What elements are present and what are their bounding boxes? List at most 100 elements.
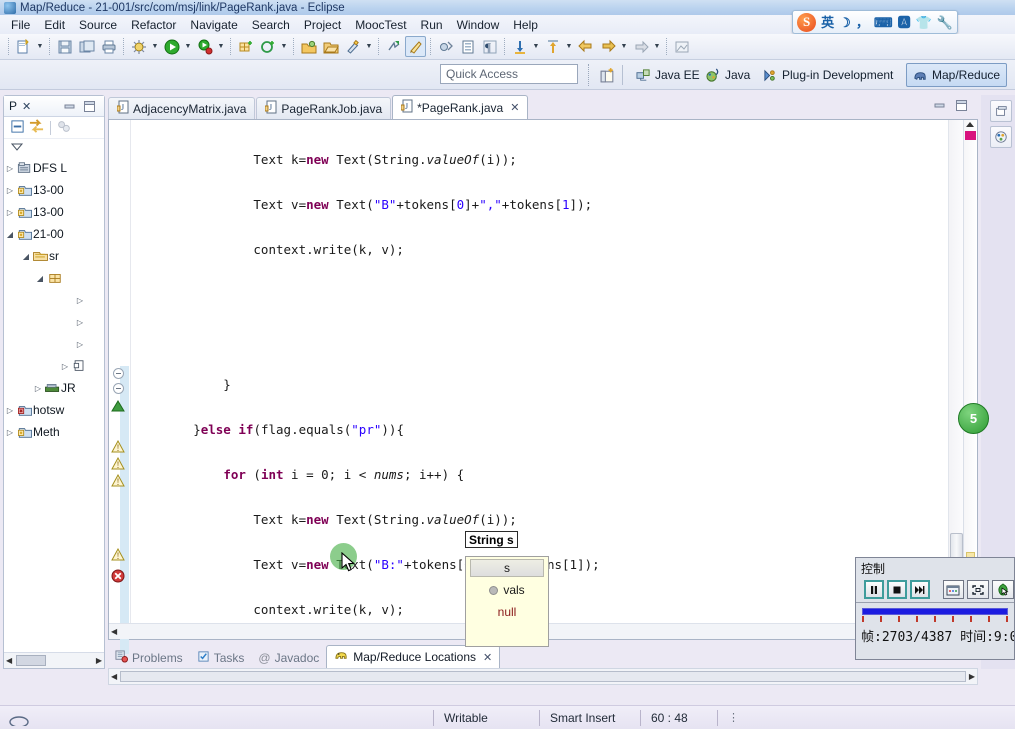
ime-inputmethod-icon[interactable]: 🅰 — [898, 16, 911, 29]
new-wizard-icon[interactable] — [13, 36, 34, 57]
next-edit-icon[interactable] — [542, 36, 563, 57]
bottom-tab-tasks[interactable]: Tasks — [190, 647, 252, 668]
save-all-icon[interactable] — [76, 36, 97, 57]
tree-item-project-13-00-a[interactable]: ▷ 13-00 — [4, 179, 104, 201]
maximize-icon[interactable] — [83, 100, 96, 113]
maximize-icon[interactable] — [955, 99, 968, 115]
skip-breakpoints-icon[interactable] — [435, 36, 456, 57]
scroll-left-icon[interactable]: ◀ — [111, 627, 117, 636]
sogou-logo-icon[interactable]: S — [797, 12, 817, 32]
menu-refactor[interactable]: Refactor — [124, 16, 183, 34]
menu-mooctest[interactable]: MoocTest — [348, 16, 413, 34]
open-type-icon[interactable] — [298, 36, 319, 57]
warning-marker-icon[interactable]: ! — [111, 547, 125, 561]
content-assist-item-vals[interactable]: vals — [466, 579, 548, 601]
chevron-down-icon[interactable]: ◢ — [4, 230, 16, 239]
debug-icon[interactable] — [128, 36, 149, 57]
menu-window[interactable]: Window — [450, 16, 507, 34]
editor-gutter[interactable]: ! ! ! ! — [109, 120, 131, 654]
show-whitespace-icon[interactable]: ¶ — [479, 36, 500, 57]
tree-item-src-folder[interactable]: ◢ sr — [4, 245, 104, 267]
toggle-block-selection-icon[interactable] — [457, 36, 478, 57]
desktop-icon[interactable] — [8, 708, 30, 728]
menu-file[interactable]: File — [4, 16, 37, 34]
tree-item-project-hotswap[interactable]: ▷ hotsw — [4, 399, 104, 421]
run-external-tools-icon[interactable] — [194, 36, 215, 57]
open-perspective-icon[interactable] — [596, 64, 618, 86]
search-icon[interactable] — [342, 36, 363, 57]
tree-item-compilation-unit[interactable]: ▷ — [4, 333, 104, 355]
playback-progress-bar[interactable] — [862, 608, 1008, 615]
chevron-right-icon[interactable]: ▷ — [59, 362, 71, 371]
code-text[interactable]: Text k=new Text(String.valueOf(i)); Text… — [133, 120, 947, 622]
forward-history-icon[interactable] — [597, 36, 618, 57]
screen-recorder-control-window[interactable]: 控制 帧:2703/4387 时间:9: — [855, 557, 1015, 660]
fast-forward-icon[interactable] — [909, 580, 930, 599]
previous-edit-icon[interactable] — [509, 36, 530, 57]
close-icon[interactable]: ✕ — [483, 651, 492, 664]
warning-marker-icon[interactable]: ! — [111, 439, 125, 453]
run-dropdown-icon[interactable]: ▼ — [183, 36, 193, 57]
content-assist-popup[interactable]: s vals null — [465, 556, 549, 647]
new-wizard-dropdown-icon[interactable]: ▼ — [35, 36, 45, 57]
scroll-thumb[interactable] — [120, 671, 966, 682]
editor-tab-adjacencymatrix[interactable]: J AdjacencyMatrix.java — [108, 97, 256, 119]
new-java-class-icon[interactable] — [257, 36, 278, 57]
print-icon[interactable] — [98, 36, 119, 57]
pause-icon[interactable] — [864, 580, 884, 599]
focus-on-active-task-icon[interactable] — [56, 119, 71, 137]
tree-item-compilation-unit[interactable]: ▷ — [4, 289, 104, 311]
toggle-mark-occurrences-icon[interactable] — [405, 36, 426, 57]
restore-view-icon[interactable] — [990, 100, 1012, 122]
perspective-java[interactable]: Java — [700, 63, 756, 87]
search-dropdown-icon[interactable]: ▼ — [364, 36, 374, 57]
ime-skin-icon[interactable]: 👕 — [916, 16, 932, 29]
menu-edit[interactable]: Edit — [37, 16, 72, 34]
menu-source[interactable]: Source — [72, 16, 124, 34]
chevron-right-icon[interactable]: ▷ — [74, 296, 86, 305]
save-icon[interactable] — [54, 36, 75, 57]
fullscreen-icon[interactable] — [967, 580, 990, 599]
scroll-up-icon[interactable] — [966, 122, 974, 127]
next-annotation-icon[interactable] — [383, 36, 404, 57]
next-edit-dropdown-icon[interactable]: ▼ — [564, 36, 574, 57]
collapse-all-icon[interactable] — [10, 119, 25, 137]
chevron-right-icon[interactable]: ▷ — [4, 428, 16, 437]
quick-access-input[interactable]: Quick Access — [440, 64, 578, 84]
chevron-right-icon[interactable]: ▷ — [4, 406, 16, 415]
chevron-right-icon[interactable]: ▷ — [4, 164, 16, 173]
close-icon[interactable]: ✕ — [22, 100, 31, 113]
perspective-plugin-development[interactable]: Plug-in Development — [757, 63, 899, 87]
tree-item-project-13-00-b[interactable]: ▷ 13-00 — [4, 201, 104, 223]
bottom-tab-problems[interactable]: Problems — [108, 647, 190, 668]
chevron-right-icon[interactable]: ▷ — [74, 340, 86, 349]
fold-collapse-icon[interactable] — [113, 368, 124, 379]
chevron-right-icon[interactable]: ▷ — [4, 208, 16, 217]
tree-item-project-21-00[interactable]: ◢ 21-00 — [4, 223, 104, 245]
scroll-right-icon[interactable]: ▶ — [969, 672, 975, 681]
ime-punctuation-icon[interactable]: ， — [856, 16, 869, 29]
menu-run[interactable]: Run — [414, 16, 450, 34]
menu-help[interactable]: Help — [506, 16, 545, 34]
overview-error-marker[interactable] — [965, 131, 976, 140]
new-class-dropdown-icon[interactable]: ▼ — [279, 36, 289, 57]
chevron-right-icon[interactable]: ▷ — [32, 384, 44, 393]
screenshot-icon[interactable] — [942, 580, 965, 599]
package-explorer-hscrollbar[interactable]: ◀ ▶ — [4, 652, 104, 668]
minimize-icon[interactable] — [63, 101, 76, 112]
pin-editor-icon[interactable] — [671, 36, 692, 57]
external-tools-dropdown-icon[interactable]: ▼ — [216, 36, 226, 57]
editor-tab-pagerankjob[interactable]: J PageRankJob.java — [256, 97, 392, 119]
link-with-editor-icon[interactable] — [28, 118, 45, 137]
content-assist-item-null[interactable]: null — [466, 601, 548, 623]
content-assist-item-s[interactable]: s — [470, 559, 544, 577]
editor-tab-pagerank[interactable]: J *PageRank.java ✕ — [392, 95, 529, 119]
chevron-down-icon[interactable]: ◢ — [34, 274, 46, 283]
previous-edit-dropdown-icon[interactable]: ▼ — [531, 36, 541, 57]
forward-nav-dropdown-icon[interactable]: ▼ — [652, 36, 662, 57]
scroll-thumb[interactable] — [16, 655, 47, 666]
tree-item-dfs-locations[interactable]: ▷ DFS L — [4, 157, 104, 179]
open-resource-icon[interactable] — [320, 36, 341, 57]
package-explorer-tab-label[interactable]: P — [9, 99, 17, 113]
bottom-tab-javadoc[interactable]: @ Javadoc — [251, 647, 326, 668]
